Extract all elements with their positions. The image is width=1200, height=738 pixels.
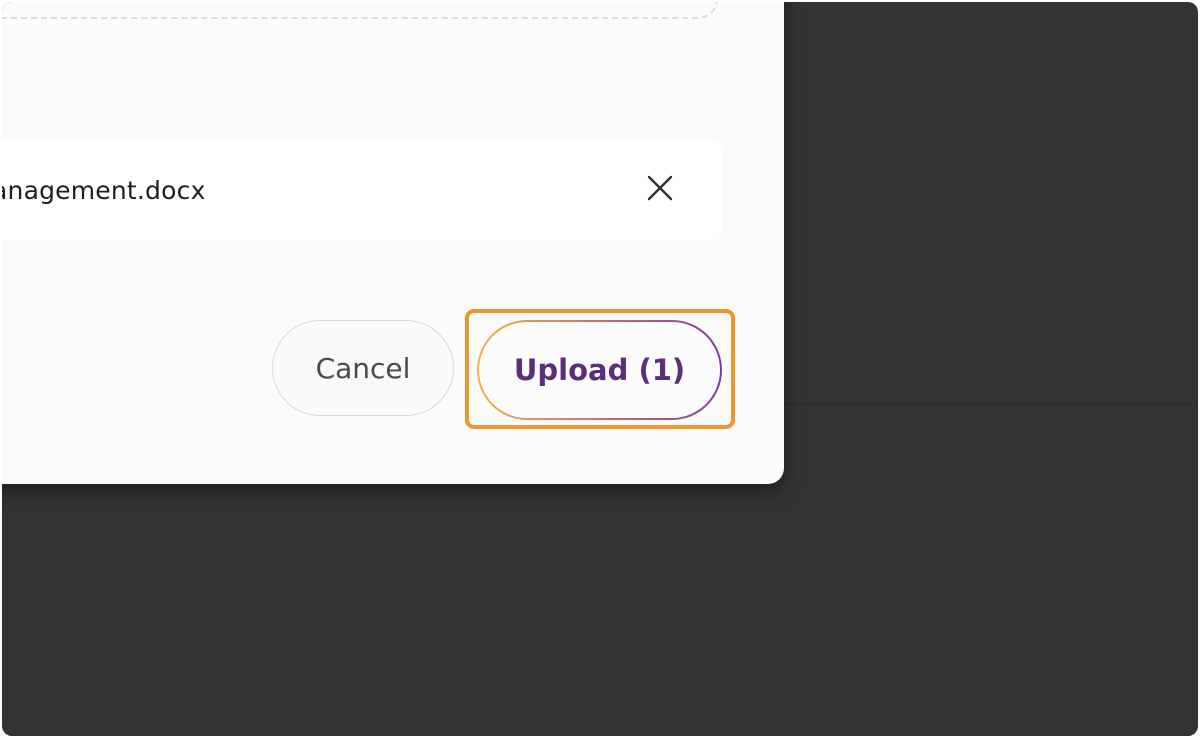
cancel-button[interactable]: Cancel [272,320,454,416]
upload-button[interactable]: Upload (1) [477,320,722,420]
file-dropzone[interactable] [2,2,718,19]
close-icon [647,175,673,201]
remove-file-button[interactable] [642,170,678,206]
background-divider [782,403,1198,404]
file-name: anagement.docx [2,176,206,205]
upload-button-label: Upload (1) [479,322,720,418]
file-list-item: anagement.docx [2,140,722,240]
app-backdrop: anagement.docx Cancel Upload (1) [2,2,1198,736]
